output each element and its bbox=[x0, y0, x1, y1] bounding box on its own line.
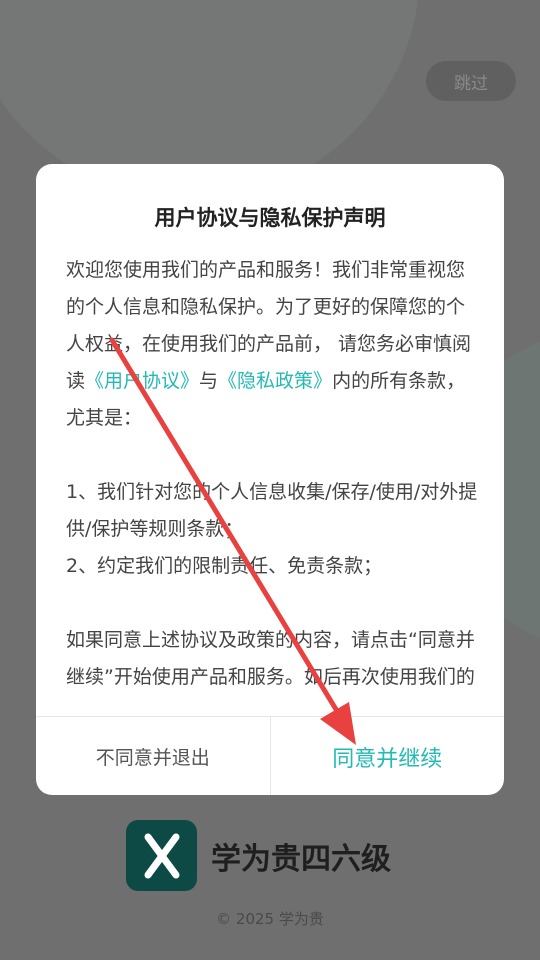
dialog-body[interactable]: 欢迎您使用我们的产品和服务！我们非常重视您的个人信息和隐私保护。为了更好的保障您… bbox=[66, 252, 478, 696]
privacy-policy-link[interactable]: 《隐私政策》 bbox=[218, 370, 332, 392]
privacy-dialog: 用户协议与隐私保护声明 欢迎您使用我们的产品和服务！我们非常重视您的个人信息和隐… bbox=[36, 164, 504, 795]
clause-item-2: 2、约定我们的限制责任、免责条款； bbox=[66, 555, 383, 577]
agree-continue-button[interactable]: 同意并继续 bbox=[271, 717, 505, 795]
intro-paragraph: 欢迎您使用我们的产品和服务！我们非常重视您的个人信息和隐私保护。为了更好的保障您… bbox=[66, 252, 478, 437]
clause-item-1: 1、我们针对您的个人信息收集/保存/使用/对外提供/保护等规则条款； bbox=[66, 481, 478, 540]
dialog-title: 用户协议与隐私保护声明 bbox=[154, 206, 386, 230]
copyright-text: © 2025 学为贵 bbox=[216, 910, 324, 928]
brand: 学为贵四六级 bbox=[126, 820, 391, 891]
user-agreement-link[interactable]: 《用户协议》 bbox=[85, 370, 199, 392]
decline-exit-button[interactable]: 不同意并退出 bbox=[36, 717, 271, 795]
app-name: 学为贵四六级 bbox=[211, 841, 391, 877]
skip-button[interactable]: 跳过 bbox=[426, 61, 516, 101]
dialog-footer: 不同意并退出 同意并继续 bbox=[36, 716, 504, 795]
app-logo-icon bbox=[126, 820, 197, 891]
and-text: 与 bbox=[199, 370, 219, 392]
consent-paragraph: 如果同意上述协议及政策的内容，请点击“同意并继续”开始使用产品和服务。如后再次使… bbox=[66, 629, 475, 688]
